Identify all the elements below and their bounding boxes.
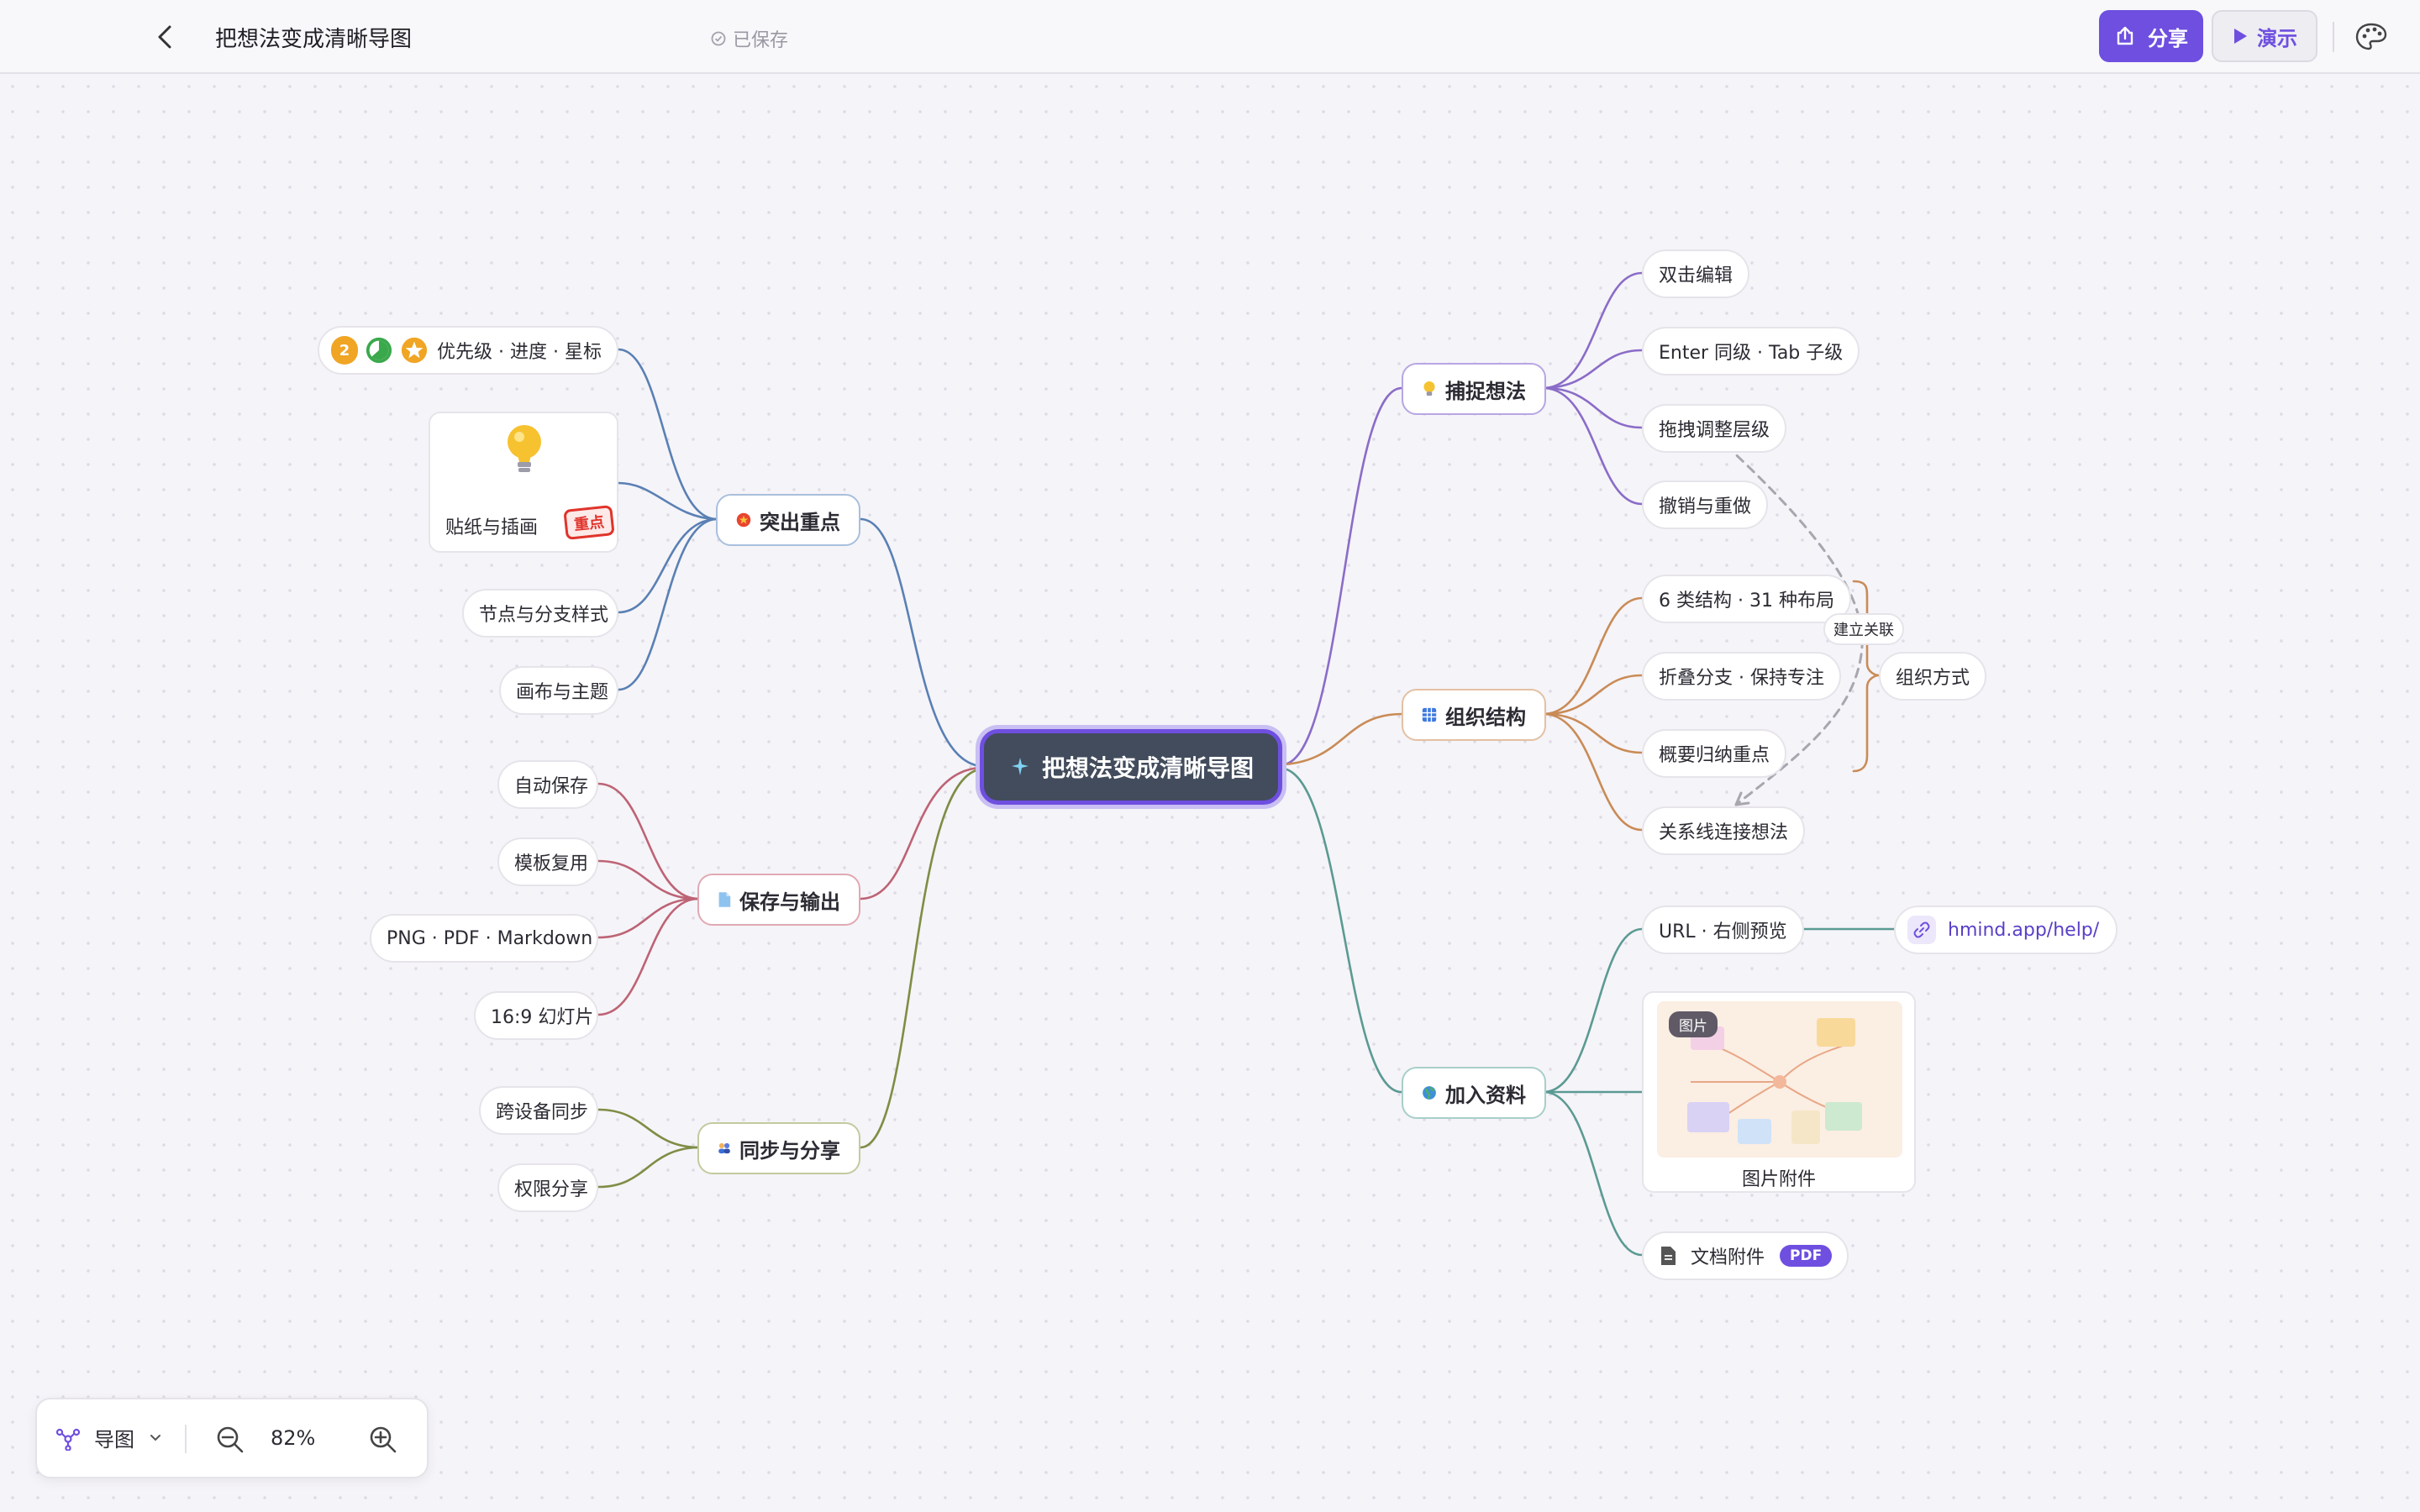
zoom-in-icon[interactable] — [368, 1425, 398, 1455]
list-item[interactable]: 撤销与重做 — [1642, 480, 1769, 529]
branch-capture[interactable]: 捕捉想法 — [1402, 363, 1546, 415]
branch-structure[interactable]: 组织结构 — [1402, 689, 1546, 741]
branch-sync-label: 同步与分享 — [739, 1138, 840, 1163]
sparkle-icon — [1011, 758, 1028, 775]
connector-sync — [859, 768, 981, 1149]
summary-node[interactable]: 组织方式 — [1879, 652, 1987, 701]
connector-resources — [1282, 767, 1403, 1094]
sticker-node[interactable]: 贴纸与插画 重点 — [429, 412, 618, 553]
list-item[interactable]: 自动保存 — [497, 760, 598, 809]
image-attachment[interactable]: 图片 图片附件 — [1642, 991, 1916, 1193]
present-button-label: 演示 — [2257, 26, 2297, 50]
document-title[interactable]: 把想法变成清晰导图 — [215, 22, 412, 53]
connector-structure — [1282, 712, 1403, 766]
image-caption: 图片附件 — [1741, 1169, 1816, 1190]
users-icon — [718, 1142, 730, 1154]
branch-highlight-label: 突出重点 — [760, 510, 840, 534]
list-item[interactable]: 关系线连接想法 — [1642, 806, 1806, 855]
saved-status: 已保存 — [711, 25, 788, 52]
list-item[interactable]: 节点与分支样式 — [462, 589, 618, 638]
priority-marker: 2 — [331, 336, 359, 365]
list-item[interactable]: Enter 同级 · Tab 子级 — [1642, 327, 1860, 375]
present-button[interactable]: 演示 — [2212, 10, 2317, 62]
branch-resources-label: 加入资料 — [1445, 1083, 1526, 1107]
list-item[interactable]: 6 类结构 · 31 种布局 — [1642, 575, 1851, 623]
list-item[interactable]: 权限分享 — [497, 1163, 598, 1212]
list-item[interactable]: PNG · PDF · Markdown — [370, 914, 598, 963]
connector-export — [859, 766, 981, 900]
mindmap-mode-icon — [55, 1428, 81, 1451]
star-marker-icon — [401, 337, 428, 364]
star-badge-icon — [736, 512, 751, 528]
link-icon — [1907, 916, 1936, 944]
pdf-tag: PDF — [1780, 1245, 1833, 1267]
play-icon — [2234, 29, 2247, 44]
central-topic[interactable]: 把想法变成清晰导图 — [980, 729, 1282, 805]
link-preview[interactable]: hmind.app/help/ — [1894, 906, 2118, 954]
share-button-label: 分享 — [2148, 26, 2188, 50]
document-icon — [718, 892, 731, 907]
list-item[interactable]: 跨设备同步 — [479, 1086, 598, 1135]
zoom-out-icon[interactable] — [215, 1425, 245, 1455]
file-icon — [1661, 1247, 1676, 1265]
check-circle-icon — [711, 31, 726, 46]
connector-capture — [1282, 386, 1403, 766]
lightbulb-icon — [1423, 381, 1435, 396]
list-item[interactable]: 16:9 幻灯片 — [474, 991, 598, 1040]
list-item[interactable]: URL · 右侧预览 — [1642, 906, 1804, 954]
palette-icon[interactable] — [2353, 20, 2390, 54]
toolbar-divider — [2333, 22, 2334, 52]
priority-stamp: 重点 — [563, 505, 615, 540]
branch-export-label: 保存与输出 — [739, 890, 840, 914]
list-item[interactable]: 概要归纳重点 — [1642, 729, 1787, 778]
saved-status-text: 已保存 — [733, 30, 789, 51]
markers-node[interactable]: 2 优先级 · 进度 · 星标 — [318, 326, 618, 375]
branch-resources[interactable]: 加入资料 — [1402, 1067, 1546, 1119]
branch-export[interactable]: 保存与输出 — [697, 874, 860, 926]
top-bar: 把想法变成清晰导图 已保存 分享 演示 — [0, 0, 2420, 74]
markers-label: 优先级 · 进度 · 星标 — [437, 342, 602, 363]
list-item[interactable]: 画布与主题 — [499, 666, 618, 715]
mode-selector[interactable]: 导图 — [55, 1423, 163, 1452]
list-item[interactable]: 拖拽调整层级 — [1642, 404, 1787, 453]
share-icon — [2117, 26, 2133, 45]
list-item[interactable]: 双击编辑 — [1642, 249, 1750, 298]
chevron-down-icon — [150, 1434, 160, 1441]
share-button[interactable]: 分享 — [2099, 10, 2203, 62]
branch-highlight[interactable]: 突出重点 — [716, 494, 860, 546]
globe-icon — [1423, 1086, 1436, 1100]
zoom-level[interactable]: 82% — [271, 1426, 315, 1450]
list-item[interactable]: 折叠分支 · 保持专注 — [1642, 652, 1841, 701]
progress-marker-icon — [366, 337, 392, 364]
relation-label[interactable]: 建立关联 — [1823, 613, 1904, 645]
grid-icon — [1422, 707, 1437, 722]
back-chevron-icon[interactable] — [150, 20, 183, 54]
sticker-label: 贴纸与插画 — [445, 517, 539, 538]
link-text: hmind.app/help/ — [1948, 919, 2100, 941]
document-attachment[interactable]: 文档附件 PDF — [1642, 1231, 1849, 1280]
image-badge: 图片 — [1669, 1011, 1718, 1037]
branch-structure-label: 组织结构 — [1445, 705, 1526, 729]
connector-highlight — [859, 517, 981, 768]
document-label: 文档附件 — [1691, 1247, 1765, 1268]
bottom-toolbar: 导图 82% — [35, 1398, 429, 1478]
branch-sync[interactable]: 同步与分享 — [697, 1122, 860, 1174]
mode-label: 导图 — [94, 1428, 134, 1452]
lightbulb-sticker-icon — [508, 425, 541, 472]
branch-capture-label: 捕捉想法 — [1445, 379, 1526, 403]
central-topic-label: 把想法变成清晰导图 — [1041, 754, 1254, 782]
list-item[interactable]: 模板复用 — [497, 837, 598, 886]
bottom-divider — [185, 1425, 187, 1453]
